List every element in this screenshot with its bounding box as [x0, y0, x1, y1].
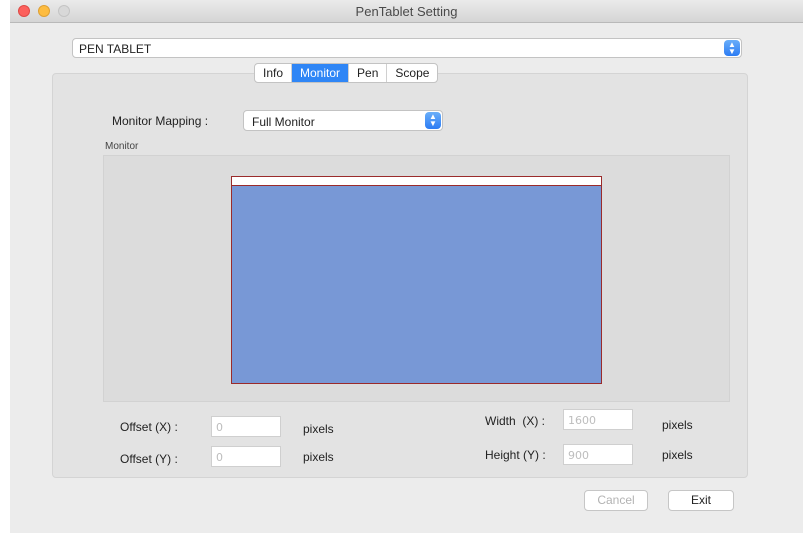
tab-bar: Info Monitor Pen Scope — [254, 63, 439, 83]
screen-menubar — [232, 177, 601, 186]
cancel-button[interactable]: Cancel — [584, 490, 648, 511]
up-down-chevron-icon[interactable]: ▲ ▼ — [724, 40, 740, 56]
width-x-label: Width (X) : — [485, 414, 546, 428]
width-x-field[interactable]: 1600 — [563, 409, 633, 430]
offset-y-field[interactable]: 0 — [211, 446, 281, 467]
offset-y-unit: pixels — [303, 450, 334, 464]
height-y-label: Height (Y) : — [485, 448, 546, 462]
mapped-screen-rectangle — [231, 176, 602, 384]
offset-x-unit: pixels — [303, 422, 334, 436]
height-y-field[interactable]: 900 — [563, 444, 633, 465]
title-bar: PenTablet Setting — [10, 0, 803, 23]
device-select[interactable]: PEN TABLET ▲ ▼ — [72, 38, 742, 58]
offset-x-label: Offset (X) : — [120, 420, 178, 434]
monitor-mapping-value: Full Monitor — [252, 115, 315, 129]
width-x-unit: pixels — [662, 418, 693, 432]
height-y-unit: pixels — [662, 448, 693, 462]
tab-pen[interactable]: Pen — [349, 64, 388, 82]
exit-button[interactable]: Exit — [668, 490, 734, 511]
device-select-value: PEN TABLET — [79, 42, 152, 56]
pentablet-settings-window: PenTablet Setting PEN TABLET ▲ ▼ Info Mon… — [10, 0, 803, 533]
offset-y-label: Offset (Y) : — [120, 452, 178, 466]
up-down-chevron-icon[interactable]: ▲ ▼ — [425, 112, 441, 129]
offset-x-field[interactable]: 0 — [211, 416, 281, 437]
window-title: PenTablet Setting — [355, 4, 458, 19]
tab-scope[interactable]: Scope — [387, 64, 437, 82]
tab-monitor[interactable]: Monitor — [292, 64, 350, 82]
monitor-caption: Monitor — [105, 141, 139, 152]
monitor-mapping-label: Monitor Mapping : — [112, 114, 209, 128]
tab-info[interactable]: Info — [255, 64, 293, 82]
desktop-edge — [0, 0, 10, 533]
monitor-mapping-select[interactable]: Full Monitor ▲ ▼ — [243, 110, 443, 131]
